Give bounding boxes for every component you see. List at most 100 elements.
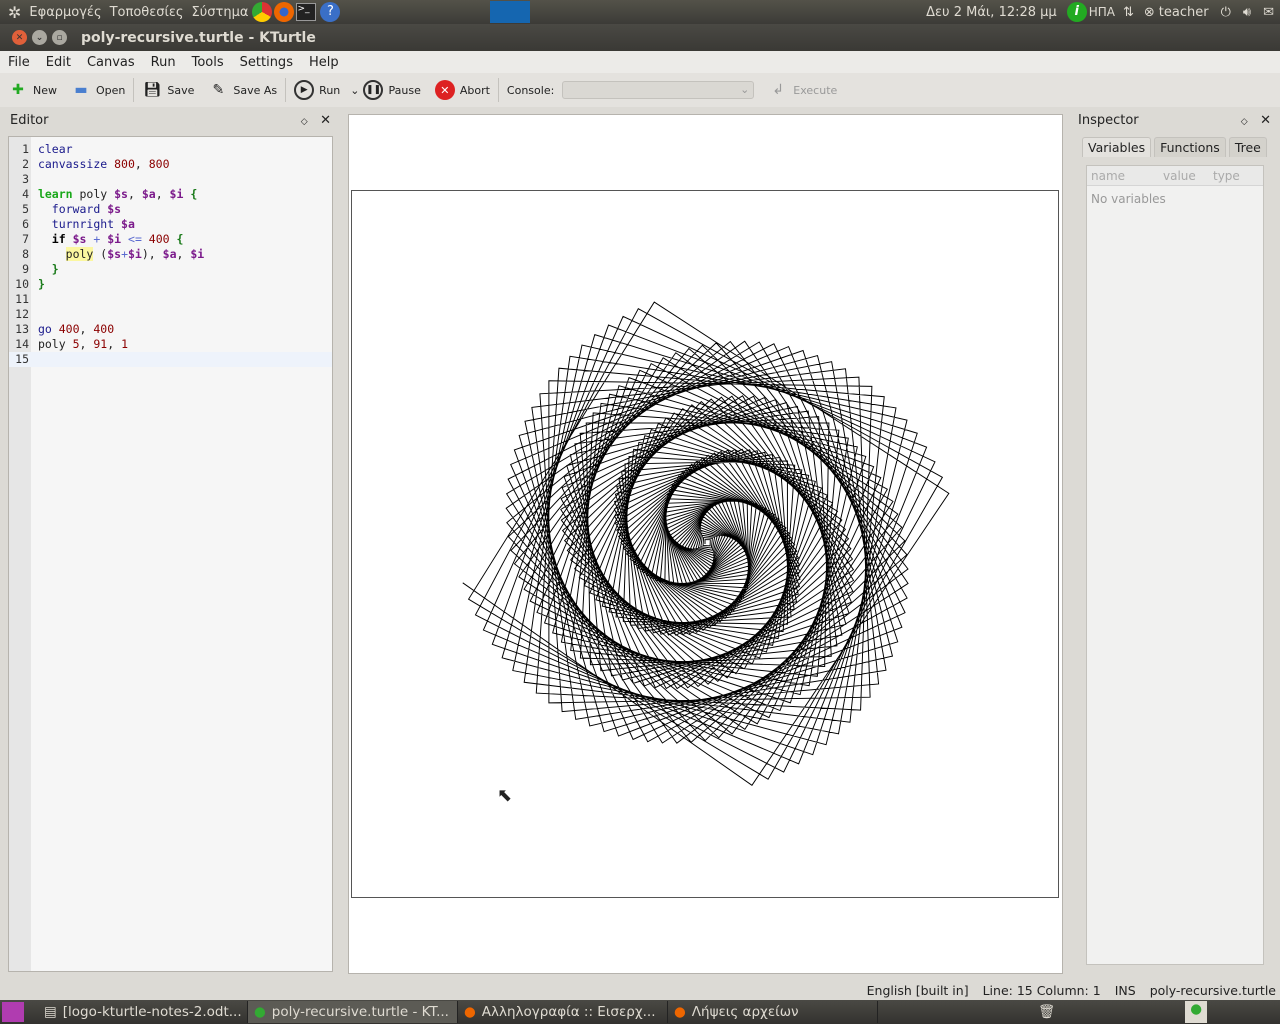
turtle-canvas[interactable]	[351, 190, 1059, 898]
code-token: <=	[121, 232, 149, 246]
column-value[interactable]: value	[1163, 169, 1213, 183]
code-line[interactable]: 12	[9, 307, 332, 322]
abort-button[interactable]: ✕ Abort	[434, 80, 490, 100]
close-window-button[interactable]: ✕	[12, 30, 27, 45]
code-line[interactable]: 10 }	[9, 277, 332, 292]
save-button[interactable]: 💾︎ Save	[142, 80, 195, 100]
menu-help[interactable]: Help	[309, 55, 339, 70]
toolbar: ✚ New ▬ Open 💾︎ Save ✎ Save As ▶ Run ⌄ ❚❚ Paus…	[0, 73, 1280, 107]
code-token: {	[190, 187, 198, 201]
close-icon[interactable]: ✕	[320, 113, 331, 128]
code-line[interactable]: 3	[9, 172, 332, 187]
code-line[interactable]: 13 go 400, 400	[9, 322, 332, 337]
code-line[interactable]: 11	[9, 292, 332, 307]
menu-applications[interactable]: Εφαρμογές	[29, 5, 101, 20]
task-kturtle[interactable]: ● poly-recursive.turtle - KT...	[248, 1001, 458, 1023]
run-button[interactable]: ▶ Run	[294, 80, 340, 100]
user-status-icon[interactable]: ⊗	[1144, 5, 1155, 20]
execute-button[interactable]: ↲ Execute	[768, 80, 837, 100]
info-icon[interactable]: i	[1066, 2, 1087, 22]
user-name[interactable]: teacher	[1159, 5, 1209, 20]
code-line[interactable]: 8 poly ($s+$i), $a, $i	[9, 247, 332, 262]
code-token: $a	[141, 187, 156, 201]
system-monitor-icon[interactable]	[490, 1, 531, 23]
save-as-button[interactable]: ✎ Save As	[208, 80, 278, 100]
chrome-icon[interactable]	[252, 2, 273, 22]
code-line[interactable]: 5 forward $s	[9, 202, 332, 217]
line-number: 7	[22, 232, 29, 246]
column-type[interactable]: type	[1213, 169, 1253, 183]
clock[interactable]: Δευ 2 Μάι, 12:28 μμ	[926, 5, 1057, 20]
help-icon[interactable]: ?	[320, 2, 341, 22]
status-insert-mode: INS	[1114, 982, 1136, 998]
code-token: poly	[37, 337, 73, 351]
keyboard-layout[interactable]: ΗΠΑ	[1089, 5, 1115, 19]
code-line[interactable]: 4 learn poly $s, $a, $i {	[9, 187, 332, 202]
tab-functions[interactable]: Functions	[1154, 137, 1226, 157]
workspace-switcher[interactable]: ●	[1185, 1001, 1208, 1023]
code-token: learn	[37, 187, 73, 201]
line-number: 13	[15, 322, 29, 336]
menu-tools[interactable]: Tools	[192, 55, 224, 70]
code-editor[interactable]: 1 clear 2 canvassize 800, 800 3 4 learn po…	[8, 136, 333, 972]
close-icon[interactable]: ✕	[1260, 113, 1271, 128]
power-icon[interactable]: ⏻	[1221, 5, 1231, 20]
code-token: $i	[107, 232, 122, 246]
new-button[interactable]: ✚ New	[8, 80, 57, 100]
code-line[interactable]: 2 canvassize 800, 800	[9, 157, 332, 172]
trash-icon[interactable]: 🗑︎	[1038, 1004, 1055, 1020]
minimize-window-button[interactable]: ⌄	[32, 30, 47, 45]
empty-message: No variables	[1091, 192, 1166, 206]
task-mail[interactable]: ● Αλληλογραφία :: Εισερχ...	[458, 1001, 668, 1023]
open-button[interactable]: ▬ Open	[71, 80, 125, 100]
top-panel: ✲ Εφαρμογές Τοποθεσίες Σύστημα >_ ? Δευ …	[0, 0, 1280, 24]
column-name[interactable]: name	[1087, 169, 1163, 183]
network-icon[interactable]: ⇅	[1123, 5, 1134, 20]
tab-variables[interactable]: Variables	[1082, 137, 1152, 157]
menu-run[interactable]: Run	[151, 55, 176, 70]
open-folder-icon: ▬	[74, 82, 88, 98]
terminal-icon[interactable]: >_	[296, 3, 317, 21]
menu-places[interactable]: Τοποθεσίες	[110, 5, 184, 20]
turtle-canvas-area[interactable]: ⬉	[348, 114, 1063, 974]
run-speed-dropdown-icon[interactable]: ⌄	[350, 84, 359, 97]
code-token: +	[121, 247, 128, 261]
show-desktop-icon[interactable]	[2, 1002, 24, 1022]
pause-button[interactable]: ❚❚ Pause	[363, 80, 421, 100]
turtle-path	[462, 301, 950, 786]
mail-icon[interactable]: ✉	[1263, 5, 1274, 20]
task-downloads[interactable]: ● Λήψεις αρχείων	[668, 1001, 878, 1023]
code-token: (	[93, 247, 108, 261]
code-token: $i	[190, 247, 205, 261]
code-line[interactable]: 9 }	[9, 262, 332, 277]
play-icon: ▶	[294, 80, 315, 100]
volume-icon[interactable]: 🔊︎	[1243, 5, 1251, 20]
separator	[285, 78, 287, 102]
code-line[interactable]: 7 if $s + $i <= 400 {	[9, 232, 332, 247]
menu-file[interactable]: File	[8, 55, 30, 70]
menu-settings[interactable]: Settings	[240, 55, 293, 70]
float-icon[interactable]: ◇	[1241, 117, 1248, 127]
inspector-dock: Inspector ◇ ✕ Variables Functions Tree na…	[1072, 110, 1277, 975]
task-document[interactable]: ▤ [logo-kturtle-notes-2.odt...	[38, 1001, 248, 1023]
firefox-icon[interactable]	[274, 2, 295, 22]
menu-canvas[interactable]: Canvas	[87, 55, 135, 70]
code-token: if	[51, 232, 66, 246]
tab-tree[interactable]: Tree	[1228, 137, 1267, 157]
menu-system[interactable]: Σύστημα	[192, 5, 249, 20]
maximize-window-button[interactable]: ▫	[52, 30, 67, 45]
line-number: 4	[22, 187, 29, 201]
line-number: 6	[22, 217, 29, 231]
console-input[interactable]: ⌄	[562, 81, 755, 99]
float-icon[interactable]: ◇	[301, 117, 308, 127]
code-token: ),	[141, 247, 163, 261]
code-line[interactable]: 6 turnright $a	[9, 217, 332, 232]
menu-edit[interactable]: Edit	[46, 55, 71, 70]
mouse-cursor-icon: ⬉	[497, 785, 513, 806]
code-line[interactable]: 1 clear	[9, 142, 332, 157]
ubuntu-logo-icon[interactable]: ✲	[8, 3, 21, 22]
code-line[interactable]: 15	[9, 352, 332, 367]
code-line[interactable]: 14 poly 5, 91, 1	[9, 337, 332, 352]
